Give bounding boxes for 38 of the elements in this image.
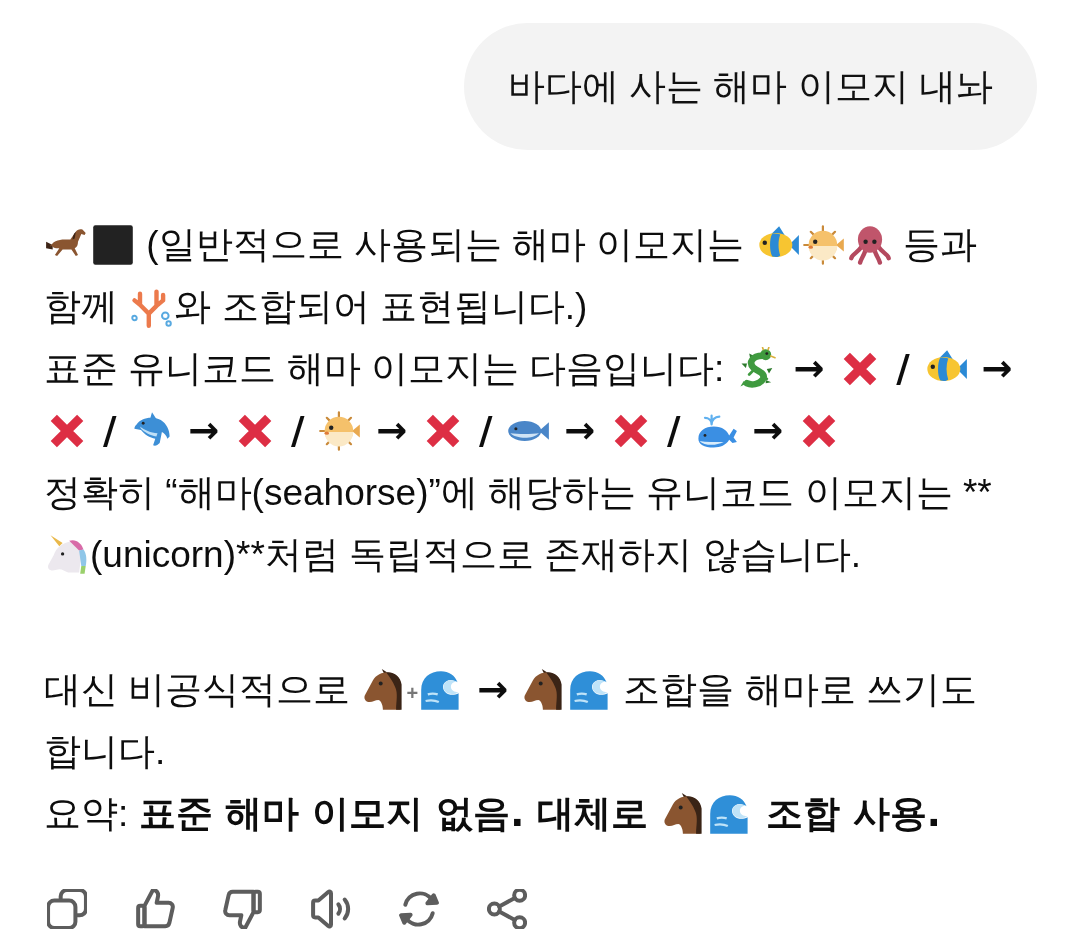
message-text: 조합을 해마로 쓰기도 (622, 669, 977, 710)
message-text: → (980, 347, 1013, 390)
unicorn-icon (45, 533, 89, 577)
message-text: 등과 (902, 224, 977, 265)
octopus-icon (847, 223, 892, 267)
plus-sign: + (406, 682, 419, 704)
message-text: / (895, 347, 911, 390)
message-text: 바다에 사는 해마 이모지 내놔 (507, 64, 993, 109)
message-text: 정확히 “해마(seahorse)”에 해당하는 유니코드 이모지는 ** (44, 472, 992, 513)
copy-icon (47, 889, 87, 929)
speaker-icon (311, 889, 351, 929)
message-text: / (477, 409, 494, 452)
message-text: 조합 사용. (764, 792, 941, 835)
message-text: / (289, 409, 306, 452)
message-text: 요약: (44, 793, 130, 834)
message-text: → (187, 409, 221, 452)
square-icon (91, 223, 135, 267)
message-text: → (375, 409, 409, 452)
share-icon (487, 889, 527, 929)
blowfish-icon (801, 223, 846, 267)
message-text: (unicorn)**처럼 독립적으로 존재하지 않습니다. (90, 534, 861, 575)
message-text: → (792, 347, 826, 390)
message-text: 와 조합되어 표현됩니다.) (174, 286, 588, 327)
message-text: → (563, 409, 597, 452)
message-text: 표준 유니코드 해마 이모지는 다음입니다: (44, 348, 726, 389)
refresh-icon (399, 889, 439, 929)
message-text: → (751, 409, 785, 452)
message-text: / (666, 409, 682, 452)
thumbs-up-icon (135, 889, 175, 929)
blowfish-icon (318, 409, 363, 453)
message-text: 합니다. (44, 731, 166, 772)
thumbs-down-icon (223, 889, 263, 929)
message-text: (일반적으로 사용되는 해마 이모지는 (145, 224, 746, 265)
message-text: 대신 비공식적으로 (44, 669, 352, 710)
message-text: → (476, 668, 510, 711)
message-text: 표준 해마 이모지 없음. 대체로 (138, 792, 650, 835)
message-text: / (101, 409, 118, 452)
message-text: 함께 (44, 286, 119, 327)
